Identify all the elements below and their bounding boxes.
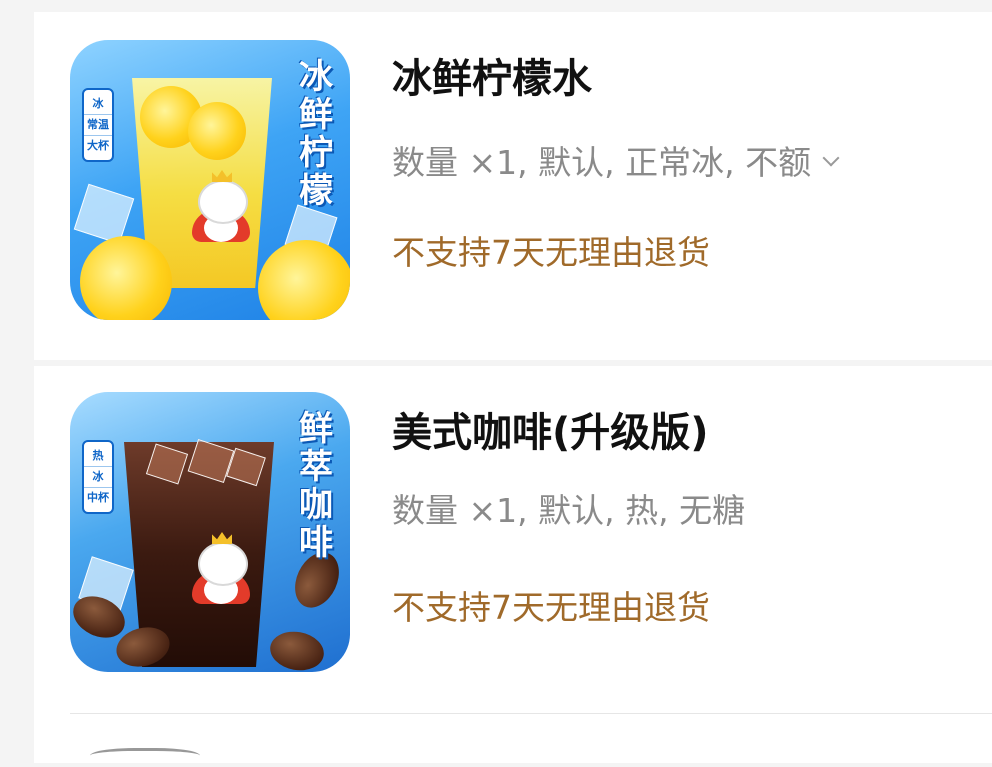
order-item-card[interactable]: 冰 常温 大杯 冰 鲜 柠 檬 冰鲜柠檬水 数量 ×1, 默认, 正常冰, 不额… bbox=[34, 12, 992, 360]
order-item-card[interactable]: 热 冰 中杯 鲜 萃 咖 啡 美式咖啡(升级版) 数量 ×1, 默认, 热, 无… bbox=[34, 366, 992, 763]
product-image-lemon-water[interactable]: 冰 常温 大杯 冰 鲜 柠 檬 bbox=[70, 40, 350, 320]
tag-label: 大杯 bbox=[84, 135, 112, 156]
return-policy-note: 不支持7天无理由退货 bbox=[392, 588, 710, 627]
section-divider bbox=[70, 713, 992, 714]
tag-label: 冰 bbox=[84, 466, 112, 487]
product-spec-text: 数量 ×1, 默认, 热, 无糖 bbox=[392, 491, 746, 530]
image-vertical-title: 冰 鲜 柠 檬 bbox=[299, 57, 333, 211]
image-tags: 热 冰 中杯 bbox=[82, 440, 114, 514]
coffee-bean-decor bbox=[267, 627, 327, 672]
product-spec-selector[interactable]: 数量 ×1, 默认, 正常冰, 不额 bbox=[392, 136, 840, 184]
product-spec-text: 数量 ×1, 默认, 正常冰, 不额 bbox=[392, 143, 812, 182]
mascot-logo bbox=[190, 170, 254, 244]
lemon-slice-decor bbox=[188, 102, 246, 160]
mascot-logo bbox=[190, 532, 254, 606]
tag-label: 热 bbox=[92, 449, 104, 462]
next-section-partial bbox=[90, 748, 200, 767]
image-vertical-title: 鲜 萃 咖 啡 bbox=[299, 409, 333, 563]
product-name[interactable]: 冰鲜柠檬水 bbox=[392, 46, 592, 104]
tag-label: 中杯 bbox=[84, 487, 112, 508]
product-image-americano[interactable]: 热 冰 中杯 鲜 萃 咖 啡 bbox=[70, 392, 350, 672]
product-name[interactable]: 美式咖啡(升级版) bbox=[392, 400, 709, 458]
tag-label: 冰 bbox=[92, 97, 104, 110]
tag-label: 常温 bbox=[84, 114, 112, 135]
lemon-decor bbox=[258, 240, 350, 320]
return-policy-note: 不支持7天无理由退货 bbox=[392, 233, 710, 272]
lemon-decor bbox=[80, 236, 172, 320]
chevron-down-icon[interactable] bbox=[822, 149, 840, 167]
image-tags: 冰 常温 大杯 bbox=[82, 88, 114, 162]
